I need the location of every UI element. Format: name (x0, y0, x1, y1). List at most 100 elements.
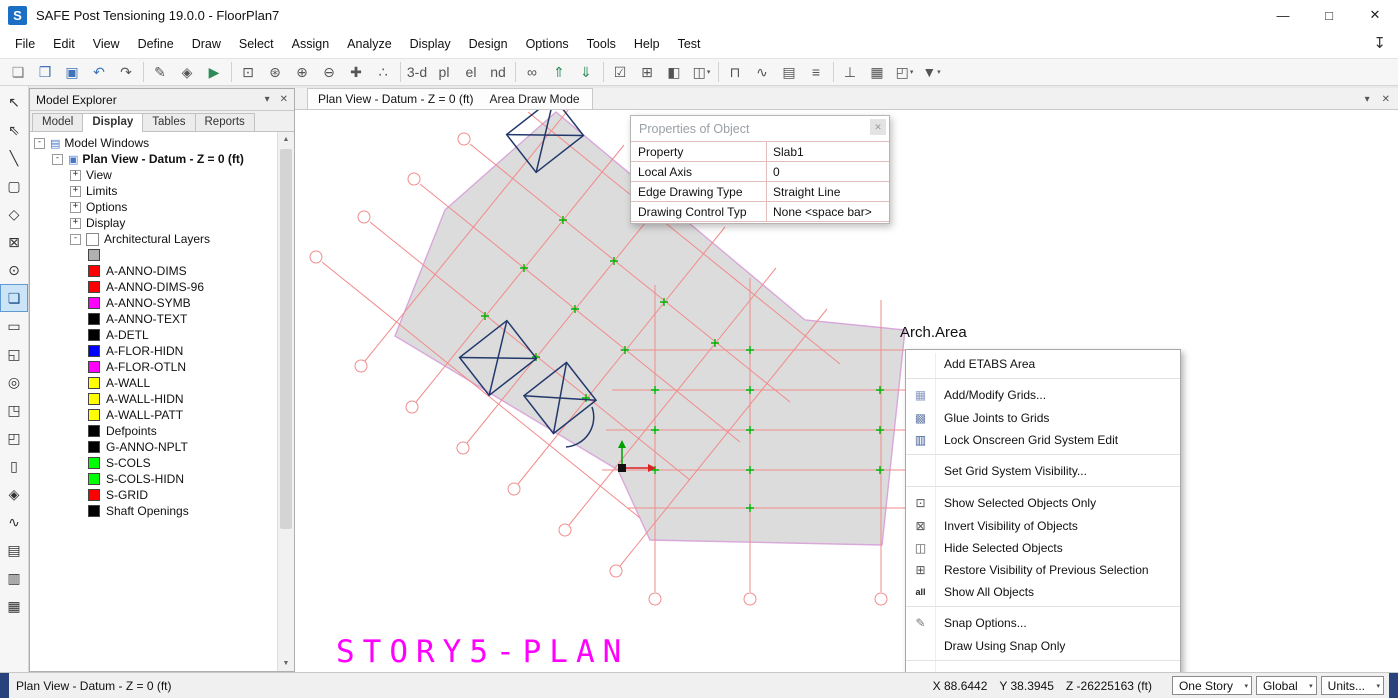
draw-circular-area-icon[interactable]: ◎ (1, 369, 27, 395)
new-model-icon[interactable]: ❏ (5, 60, 32, 84)
draw-wall-icon[interactable]: ◳ (1, 397, 27, 423)
menu-add-etabs-area[interactable]: Add ETABS Area (906, 353, 1180, 375)
tree-item[interactable] (30, 247, 277, 263)
tree-item[interactable]: A-ANNO-SYMB (30, 295, 277, 311)
layer-color-swatch[interactable] (88, 489, 100, 501)
menu-draw-snap-only[interactable]: Draw Using Snap Only (906, 635, 1180, 657)
menubar-item[interactable]: Test (669, 32, 710, 56)
named-display-icon[interactable]: nd (485, 60, 512, 84)
draw-tendon-icon[interactable]: ∿ (1, 509, 27, 535)
draw-column-icon[interactable]: ◈ (1, 481, 27, 507)
tree-item[interactable]: + View (30, 167, 277, 183)
menubar-item[interactable]: Select (230, 32, 283, 56)
tree-item[interactable]: G-ANNO-NPLT (30, 439, 277, 455)
tree-item[interactable]: A-ANNO-DIMS-96 (30, 279, 277, 295)
redo-icon[interactable]: ↷ (113, 60, 140, 84)
restore-full-view-icon[interactable]: ⊛ (262, 60, 289, 84)
explorer-scrollbar[interactable]: ▲ ▼ (277, 132, 294, 671)
quick-draw-area-icon[interactable]: ◱ (1, 341, 27, 367)
tree-item[interactable]: A-WALL-HIDN (30, 391, 277, 407)
layer-color-swatch[interactable] (88, 329, 100, 341)
layer-color-swatch[interactable] (88, 265, 100, 277)
mesh-options-icon[interactable]: ▦ (864, 60, 891, 84)
menu-snap-options[interactable]: ✎ Snap Options... (906, 606, 1180, 635)
plan-view-icon[interactable]: pl (431, 60, 458, 84)
dimension-icon[interactable]: ≡ (803, 60, 830, 84)
quick-draw-wall-icon[interactable]: ◰ (1, 425, 27, 451)
layer-color-swatch[interactable] (88, 505, 100, 517)
tree-expand-icon[interactable]: + (70, 218, 81, 229)
layer-checkbox[interactable] (86, 233, 99, 246)
lock-model-icon[interactable]: ◈ (174, 60, 201, 84)
tree-item[interactable]: + Display (30, 215, 277, 231)
toolbar-button[interactable] (228, 62, 235, 82)
viewport-close-icon[interactable]: ✕ (1382, 94, 1390, 105)
close-button[interactable]: ✕ (1352, 0, 1398, 30)
scroll-up-icon[interactable]: ▲ (278, 132, 294, 147)
draw-pen-icon[interactable]: ✎ (147, 60, 174, 84)
draw-line-icon[interactable]: ╲ (1, 145, 27, 171)
viewport-tab[interactable]: Plan View - Datum - Z = 0 (ft) Area Draw… (307, 88, 593, 109)
tree-expand-icon[interactable]: - (70, 234, 81, 245)
tree-item[interactable]: S-COLS-HIDN (30, 471, 277, 487)
object-toggle-icon[interactable]: ◧ (661, 60, 688, 84)
menubar-item[interactable]: Draw (183, 32, 230, 56)
rubber-band-zoom-icon[interactable]: ⊡ (235, 60, 262, 84)
tree-item[interactable]: A-FLOR-HIDN (30, 343, 277, 359)
layer-color-swatch[interactable] (88, 425, 100, 437)
draw-rect-area-icon[interactable]: ▭ (1, 313, 27, 339)
tree-item[interactable]: A-WALL-PATT (30, 407, 277, 423)
menu-glue-joints-to-grids[interactable]: ▩ Glue Joints to Grids (906, 407, 1180, 429)
view-cube-icon[interactable]: ◫ ▾ (688, 60, 715, 84)
toolbar-button[interactable] (512, 62, 519, 82)
draw-rebar-icon[interactable]: ▥ (1, 565, 27, 591)
units-select[interactable]: Units... ▾ (1321, 676, 1384, 695)
menu-show-selected-only[interactable]: ⊡ Show Selected Objects Only (906, 486, 1180, 515)
viewport-menu-icon[interactable]: ▾ (1365, 94, 1370, 105)
menubar-item[interactable]: Tools (578, 32, 625, 56)
zoom-out-icon[interactable]: ⊖ (316, 60, 343, 84)
tree-item[interactable]: A-FLOR-OTLN (30, 359, 277, 375)
poly-select-icon[interactable]: ◇ (1, 201, 27, 227)
property-row[interactable]: Drawing Control Typ None <space bar> (631, 202, 889, 222)
toolbar-button[interactable] (397, 62, 404, 82)
shrink-objects-icon[interactable]: ∞ (519, 60, 546, 84)
menubar-item[interactable]: Display (401, 32, 460, 56)
menubar-item[interactable]: Help (625, 32, 669, 56)
select-object-icon[interactable]: ↖ (1, 89, 27, 115)
tree-expand-icon[interactable]: + (70, 170, 81, 181)
menu-lock-grid-edit[interactable]: ▥ Lock Onscreen Grid System Edit (906, 429, 1180, 451)
run-analysis-icon[interactable]: ▶ (201, 60, 228, 84)
up-one-story-icon[interactable]: ⇑ (546, 60, 573, 84)
layer-color-swatch[interactable] (88, 297, 100, 309)
menu-show-all[interactable]: all Show All Objects (906, 581, 1180, 603)
menu-invert-visibility[interactable]: ⊠ Invert Visibility of Objects (906, 515, 1180, 537)
menubar-item[interactable]: File (6, 32, 44, 56)
layer-color-swatch[interactable] (88, 409, 100, 421)
plan-view-canvas[interactable]: STORY5-PLAN Arch.Area Properties of Obje… (295, 110, 1398, 672)
named-views-combo-icon[interactable]: ◰ ▾ (891, 60, 918, 84)
popup-close-icon[interactable]: ✕ (870, 119, 886, 135)
layer-color-swatch[interactable] (88, 361, 100, 373)
layer-color-swatch[interactable] (88, 313, 100, 325)
menu-graphics-preferences[interactable]: ❖ Graphics Preferences... (906, 660, 1180, 672)
tree-expand-icon[interactable]: - (52, 154, 63, 165)
layer-color-swatch[interactable] (88, 377, 100, 389)
scrollbar-thumb[interactable] (280, 149, 292, 529)
layer-color-swatch[interactable] (88, 441, 100, 453)
explorer-tab[interactable]: Tables (142, 113, 195, 131)
elevation-view-icon[interactable]: el (458, 60, 485, 84)
draw-strip-icon[interactable]: ▤ (1, 537, 27, 563)
tree-item[interactable]: Shaft Openings (30, 503, 277, 519)
tree-item[interactable]: + Options (30, 199, 277, 215)
property-row[interactable]: Edge Drawing Type Straight Line (631, 182, 889, 202)
draw-opening-icon[interactable]: ▯ (1, 453, 27, 479)
toolbar-button[interactable] (830, 62, 837, 82)
property-value[interactable]: 0 (767, 165, 889, 179)
zoom-in-icon[interactable]: ⊕ (289, 60, 316, 84)
menubar-item[interactable]: Assign (283, 32, 339, 56)
draw-point-icon[interactable]: ⊙ (1, 257, 27, 283)
tree-expand-icon[interactable]: + (70, 186, 81, 197)
toolbar-button[interactable] (600, 62, 607, 82)
layer-color-swatch[interactable] (88, 457, 100, 469)
